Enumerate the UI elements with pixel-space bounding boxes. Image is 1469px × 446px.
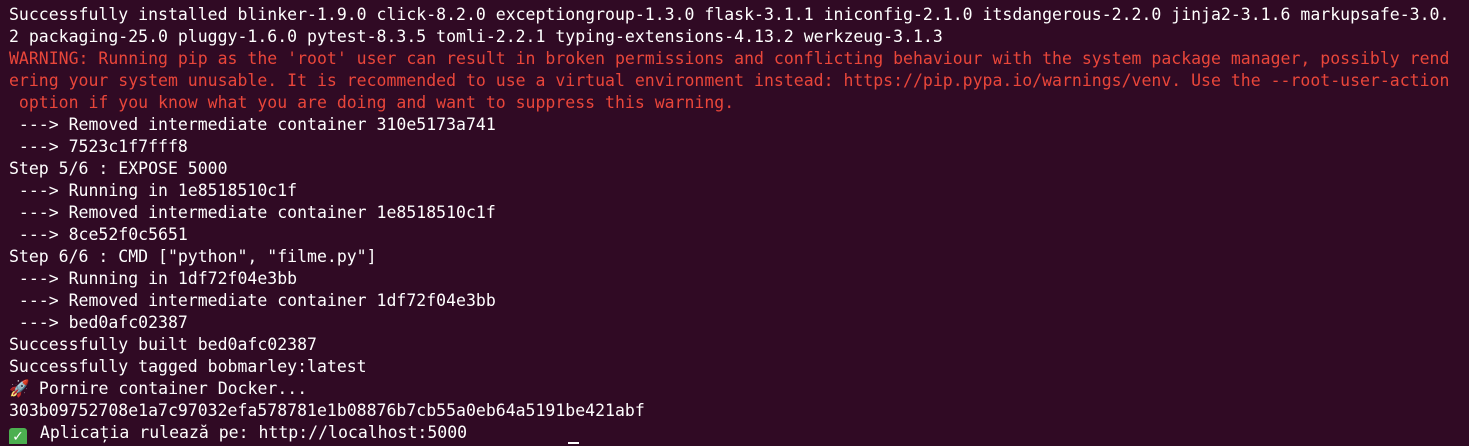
terminal-output[interactable]: Successfully installed blinker-1.9.0 cli… xyxy=(0,0,1469,446)
output-line: Step 5/6 : EXPOSE 5000 xyxy=(9,158,1469,180)
line-text: ---> Running in 1df72f04e3bb xyxy=(9,269,298,288)
output-line: ✓ Aplicația rulează pe: http://localhost… xyxy=(9,422,1469,444)
line-text: ---> 7523c1f7fff8 xyxy=(9,137,188,156)
output-line: ---> 8ce52f0c5651 xyxy=(9,224,1469,246)
line-text: ---> Running in 1e8518510c1f xyxy=(9,181,298,200)
line-text: ering your system unusable. It is recomm… xyxy=(9,71,1450,90)
line-text: Pornire container Docker... xyxy=(29,379,308,398)
line-text: ---> Removed intermediate container 1df7… xyxy=(9,291,496,310)
output-line: 🚀 Pornire container Docker... xyxy=(9,378,1469,400)
line-text: Successfully tagged bobmarley:latest xyxy=(9,357,367,376)
line-text: Step 5/6 : EXPOSE 5000 xyxy=(9,159,228,178)
output-line: 303b09752708e1a7c97032efa578781e1b08876b… xyxy=(9,400,1469,422)
rocket-icon: 🚀 xyxy=(9,379,30,398)
output-line: ---> Removed intermediate container 1df7… xyxy=(9,290,1469,312)
output-line: Successfully built bed0afc02387 xyxy=(9,334,1469,356)
output-line: ---> Removed intermediate container 1e85… xyxy=(9,202,1469,224)
output-line: ---> Running in 1e8518510c1f xyxy=(9,180,1469,202)
line-text: Successfully built bed0afc02387 xyxy=(9,335,317,354)
line-text: Successfully installed blinker-1.9.0 cli… xyxy=(9,5,1450,24)
line-text: ---> Removed intermediate container 310e… xyxy=(9,115,496,134)
line-text: ---> bed0afc02387 xyxy=(9,313,188,332)
line-text: option if you know what you are doing an… xyxy=(9,93,735,112)
output-line: ---> Removed intermediate container 310e… xyxy=(9,114,1469,136)
line-text: 303b09752708e1a7c97032efa578781e1b08876b… xyxy=(9,401,645,420)
check-icon: ✓ xyxy=(9,428,27,444)
line-text: 2 packaging-25.0 pluggy-1.6.0 pytest-8.3… xyxy=(9,27,943,46)
text-cursor xyxy=(568,442,579,444)
output-line: Step 6/6 : CMD ["python", "filme.py"] xyxy=(9,246,1469,268)
output-line: Successfully installed blinker-1.9.0 cli… xyxy=(9,4,1469,26)
output-line: ---> bed0afc02387 xyxy=(9,312,1469,334)
output-line: Successfully tagged bobmarley:latest xyxy=(9,356,1469,378)
warning-line: option if you know what you are doing an… xyxy=(9,92,1469,114)
warning-line: ering your system unusable. It is recomm… xyxy=(9,70,1469,92)
warning-line: WARNING: Running pip as the 'root' user … xyxy=(9,48,1469,70)
line-text: ---> Removed intermediate container 1e85… xyxy=(9,203,496,222)
output-line: 2 packaging-25.0 pluggy-1.6.0 pytest-8.3… xyxy=(9,26,1469,48)
line-text: Aplicația rulează pe: http://localhost:5… xyxy=(30,423,468,442)
line-text: ---> 8ce52f0c5651 xyxy=(9,225,188,244)
line-text: WARNING: Running pip as the 'root' user … xyxy=(9,49,1450,68)
output-line: ---> Running in 1df72f04e3bb xyxy=(9,268,1469,290)
line-text: Step 6/6 : CMD ["python", "filme.py"] xyxy=(9,247,377,266)
output-line: ---> 7523c1f7fff8 xyxy=(9,136,1469,158)
